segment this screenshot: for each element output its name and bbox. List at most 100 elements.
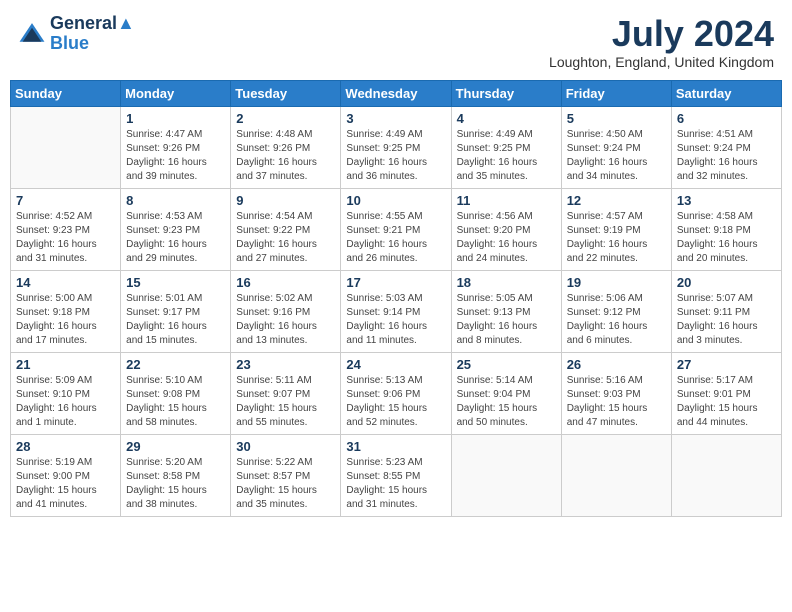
day-number: 31 (346, 439, 445, 454)
weekday-header-saturday: Saturday (671, 80, 781, 106)
day-number: 29 (126, 439, 225, 454)
day-info: Sunrise: 4:49 AM Sunset: 9:25 PM Dayligh… (457, 128, 556, 184)
calendar-cell: 9 Sunrise: 4:54 AM Sunset: 9:22 PM Daylig… (231, 188, 341, 270)
calendar-cell: 29 Sunrise: 5:20 AM Sunset: 8:58 PM Dayli… (121, 434, 231, 516)
calendar-cell: 14Sunrise: 5:00 AM Sunset: 9:18 PM Dayli… (11, 270, 121, 352)
day-info: Sunrise: 5:01 AM Sunset: 9:17 PM Dayligh… (126, 292, 225, 348)
page-header: General▲ Blue July 2024 Loughton, Englan… (10, 10, 782, 74)
day-number: 21 (16, 357, 115, 372)
day-number: 22 (126, 357, 225, 372)
calendar-cell: 18 Sunrise: 5:05 AM Sunset: 9:13 PM Dayli… (451, 270, 561, 352)
day-info: Sunrise: 5:09 AM Sunset: 9:10 PM Dayligh… (16, 374, 115, 430)
title-area: July 2024 Loughton, England, United King… (549, 14, 774, 70)
day-info: Sunrise: 4:47 AM Sunset: 9:26 PM Dayligh… (126, 128, 225, 184)
day-info: Sunrise: 4:53 AM Sunset: 9:23 PM Dayligh… (126, 210, 225, 266)
calendar-cell: 22Sunrise: 5:10 AM Sunset: 9:08 PM Dayli… (121, 352, 231, 434)
day-number: 15 (126, 275, 225, 290)
day-number: 12 (567, 193, 666, 208)
day-number: 30 (236, 439, 335, 454)
day-info: Sunrise: 5:22 AM Sunset: 8:57 PM Dayligh… (236, 456, 335, 512)
calendar-cell (671, 434, 781, 516)
calendar-cell: 10 Sunrise: 4:55 AM Sunset: 9:21 PM Dayli… (341, 188, 451, 270)
calendar-cell: 19Sunrise: 5:06 AM Sunset: 9:12 PM Dayli… (561, 270, 671, 352)
calendar-cell: 1 Sunrise: 4:47 AM Sunset: 9:26 PM Daylig… (121, 106, 231, 188)
day-number: 3 (346, 111, 445, 126)
day-info: Sunrise: 5:17 AM Sunset: 9:01 PM Dayligh… (677, 374, 776, 430)
day-number: 27 (677, 357, 776, 372)
day-info: Sunrise: 5:20 AM Sunset: 8:58 PM Dayligh… (126, 456, 225, 512)
calendar-cell: 2 Sunrise: 4:48 AM Sunset: 9:26 PM Daylig… (231, 106, 341, 188)
calendar-cell: 4Sunrise: 4:49 AM Sunset: 9:25 PM Daylig… (451, 106, 561, 188)
calendar-cell: 27 Sunrise: 5:17 AM Sunset: 9:01 PM Dayli… (671, 352, 781, 434)
calendar-week-3: 14Sunrise: 5:00 AM Sunset: 9:18 PM Dayli… (11, 270, 782, 352)
day-info: Sunrise: 5:06 AM Sunset: 9:12 PM Dayligh… (567, 292, 666, 348)
day-number: 6 (677, 111, 776, 126)
calendar-cell: 21 Sunrise: 5:09 AM Sunset: 9:10 PM Dayli… (11, 352, 121, 434)
day-number: 11 (457, 193, 556, 208)
day-info: Sunrise: 5:07 AM Sunset: 9:11 PM Dayligh… (677, 292, 776, 348)
weekday-header-wednesday: Wednesday (341, 80, 451, 106)
day-info: Sunrise: 4:58 AM Sunset: 9:18 PM Dayligh… (677, 210, 776, 266)
day-info: Sunrise: 5:05 AM Sunset: 9:13 PM Dayligh… (457, 292, 556, 348)
day-info: Sunrise: 4:50 AM Sunset: 9:24 PM Dayligh… (567, 128, 666, 184)
calendar-cell: 8 Sunrise: 4:53 AM Sunset: 9:23 PM Daylig… (121, 188, 231, 270)
day-info: Sunrise: 4:56 AM Sunset: 9:20 PM Dayligh… (457, 210, 556, 266)
day-info: Sunrise: 4:52 AM Sunset: 9:23 PM Dayligh… (16, 210, 115, 266)
day-number: 2 (236, 111, 335, 126)
calendar-cell: 26 Sunrise: 5:16 AM Sunset: 9:03 PM Dayli… (561, 352, 671, 434)
calendar-cell: 3Sunrise: 4:49 AM Sunset: 9:25 PM Daylig… (341, 106, 451, 188)
weekday-header-thursday: Thursday (451, 80, 561, 106)
day-info: Sunrise: 5:11 AM Sunset: 9:07 PM Dayligh… (236, 374, 335, 430)
day-number: 9 (236, 193, 335, 208)
day-number: 10 (346, 193, 445, 208)
day-info: Sunrise: 5:16 AM Sunset: 9:03 PM Dayligh… (567, 374, 666, 430)
day-number: 24 (346, 357, 445, 372)
day-number: 5 (567, 111, 666, 126)
calendar-cell: 11 Sunrise: 4:56 AM Sunset: 9:20 PM Dayli… (451, 188, 561, 270)
weekday-header-sunday: Sunday (11, 80, 121, 106)
day-number: 26 (567, 357, 666, 372)
calendar-week-1: 1 Sunrise: 4:47 AM Sunset: 9:26 PM Daylig… (11, 106, 782, 188)
calendar-cell: 15 Sunrise: 5:01 AM Sunset: 9:17 PM Dayli… (121, 270, 231, 352)
month-title: July 2024 (549, 14, 774, 54)
day-number: 13 (677, 193, 776, 208)
logo-icon (18, 20, 46, 48)
calendar-cell: 28Sunrise: 5:19 AM Sunset: 9:00 PM Dayli… (11, 434, 121, 516)
day-info: Sunrise: 5:02 AM Sunset: 9:16 PM Dayligh… (236, 292, 335, 348)
day-info: Sunrise: 5:00 AM Sunset: 9:18 PM Dayligh… (16, 292, 115, 348)
day-number: 18 (457, 275, 556, 290)
calendar-cell: 31 Sunrise: 5:23 AM Sunset: 8:55 PM Dayli… (341, 434, 451, 516)
day-info: Sunrise: 4:51 AM Sunset: 9:24 PM Dayligh… (677, 128, 776, 184)
day-number: 17 (346, 275, 445, 290)
calendar-cell: 17 Sunrise: 5:03 AM Sunset: 9:14 PM Dayli… (341, 270, 451, 352)
day-number: 7 (16, 193, 115, 208)
day-number: 1 (126, 111, 225, 126)
day-info: Sunrise: 5:14 AM Sunset: 9:04 PM Dayligh… (457, 374, 556, 430)
calendar-week-4: 21 Sunrise: 5:09 AM Sunset: 9:10 PM Dayli… (11, 352, 782, 434)
calendar-cell: 6 Sunrise: 4:51 AM Sunset: 9:24 PM Daylig… (671, 106, 781, 188)
calendar-cell: 5 Sunrise: 4:50 AM Sunset: 9:24 PM Daylig… (561, 106, 671, 188)
calendar-cell (561, 434, 671, 516)
day-info: Sunrise: 4:55 AM Sunset: 9:21 PM Dayligh… (346, 210, 445, 266)
logo: General▲ Blue (18, 14, 135, 54)
calendar-cell: 16 Sunrise: 5:02 AM Sunset: 9:16 PM Dayli… (231, 270, 341, 352)
calendar-cell: 30 Sunrise: 5:22 AM Sunset: 8:57 PM Dayli… (231, 434, 341, 516)
calendar-table: SundayMondayTuesdayWednesdayThursdayFrid… (10, 80, 782, 517)
day-info: Sunrise: 5:13 AM Sunset: 9:06 PM Dayligh… (346, 374, 445, 430)
day-info: Sunrise: 4:54 AM Sunset: 9:22 PM Dayligh… (236, 210, 335, 266)
day-number: 20 (677, 275, 776, 290)
day-info: Sunrise: 4:48 AM Sunset: 9:26 PM Dayligh… (236, 128, 335, 184)
logo-text: General▲ Blue (50, 14, 135, 54)
weekday-header-friday: Friday (561, 80, 671, 106)
weekday-header-tuesday: Tuesday (231, 80, 341, 106)
calendar-cell: 7 Sunrise: 4:52 AM Sunset: 9:23 PM Daylig… (11, 188, 121, 270)
weekday-header-row: SundayMondayTuesdayWednesdayThursdayFrid… (11, 80, 782, 106)
day-number: 16 (236, 275, 335, 290)
calendar-cell (451, 434, 561, 516)
day-number: 25 (457, 357, 556, 372)
calendar-cell: 20 Sunrise: 5:07 AM Sunset: 9:11 PM Dayli… (671, 270, 781, 352)
day-info: Sunrise: 5:23 AM Sunset: 8:55 PM Dayligh… (346, 456, 445, 512)
day-number: 8 (126, 193, 225, 208)
day-info: Sunrise: 4:57 AM Sunset: 9:19 PM Dayligh… (567, 210, 666, 266)
day-info: Sunrise: 5:03 AM Sunset: 9:14 PM Dayligh… (346, 292, 445, 348)
